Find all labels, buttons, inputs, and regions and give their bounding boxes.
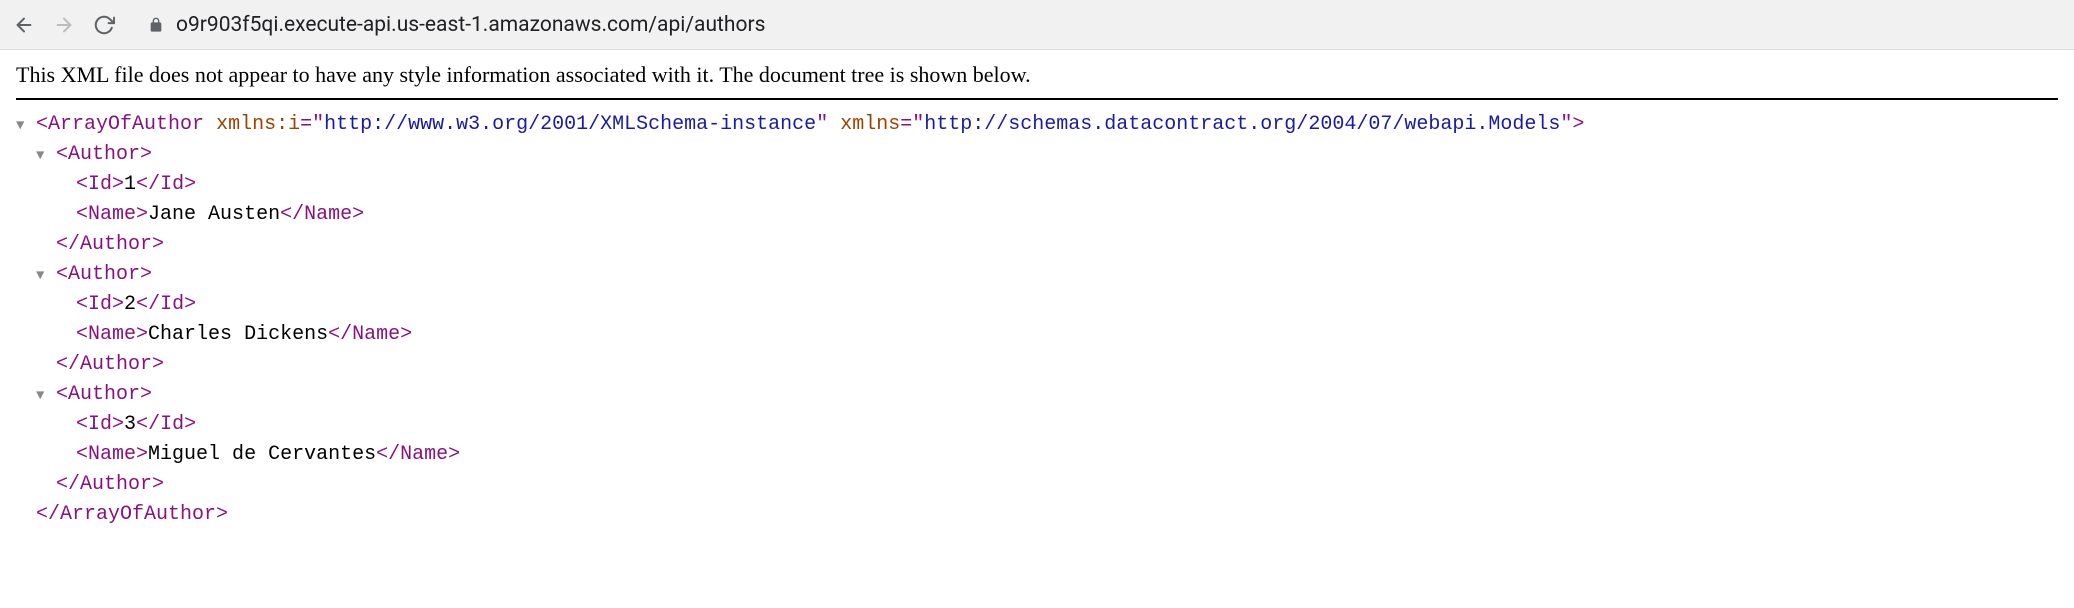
content-area: This XML file does not appear to have an… <box>0 50 2074 542</box>
browser-toolbar: o9r903f5qi.execute-api.us-east-1.amazona… <box>0 0 2074 50</box>
xml-id-element: <Id>2</Id> <box>16 290 2058 320</box>
back-button[interactable] <box>12 13 36 37</box>
forward-button[interactable] <box>52 13 76 37</box>
xml-root-open: ▼ <ArrayOfAuthor xmlns:i="http://www.w3.… <box>16 110 2058 140</box>
xml-name-element: <Name>Charles Dickens</Name> <box>16 320 2058 350</box>
xml-notice: This XML file does not appear to have an… <box>16 62 2058 100</box>
xml-tree: ▼ <ArrayOfAuthor xmlns:i="http://www.w3.… <box>16 110 2058 530</box>
url-text: o9r903f5qi.execute-api.us-east-1.amazona… <box>176 13 765 37</box>
xml-author-open: ▼ <Author> <box>16 380 2058 410</box>
xml-name-element: <Name>Jane Austen</Name> <box>16 200 2058 230</box>
xml-name-element: <Name>Miguel de Cervantes</Name> <box>16 440 2058 470</box>
toggle-icon[interactable]: ▼ <box>36 266 52 287</box>
xml-author-close: </Author> <box>16 350 2058 380</box>
toggle-icon[interactable]: ▼ <box>16 116 32 137</box>
xml-author-open: ▼ <Author> <box>16 260 2058 290</box>
xml-author-close: </Author> <box>16 470 2058 500</box>
xml-id-element: <Id>3</Id> <box>16 410 2058 440</box>
xml-author-open: ▼ <Author> <box>16 140 2058 170</box>
xml-author-close: </Author> <box>16 230 2058 260</box>
toggle-icon[interactable]: ▼ <box>36 146 52 167</box>
xml-root-close: </ArrayOfAuthor> <box>16 500 2058 530</box>
reload-button[interactable] <box>92 13 116 37</box>
toggle-icon[interactable]: ▼ <box>36 386 52 407</box>
address-bar[interactable]: o9r903f5qi.execute-api.us-east-1.amazona… <box>132 7 2062 43</box>
lock-icon <box>148 17 164 33</box>
xml-id-element: <Id>1</Id> <box>16 170 2058 200</box>
